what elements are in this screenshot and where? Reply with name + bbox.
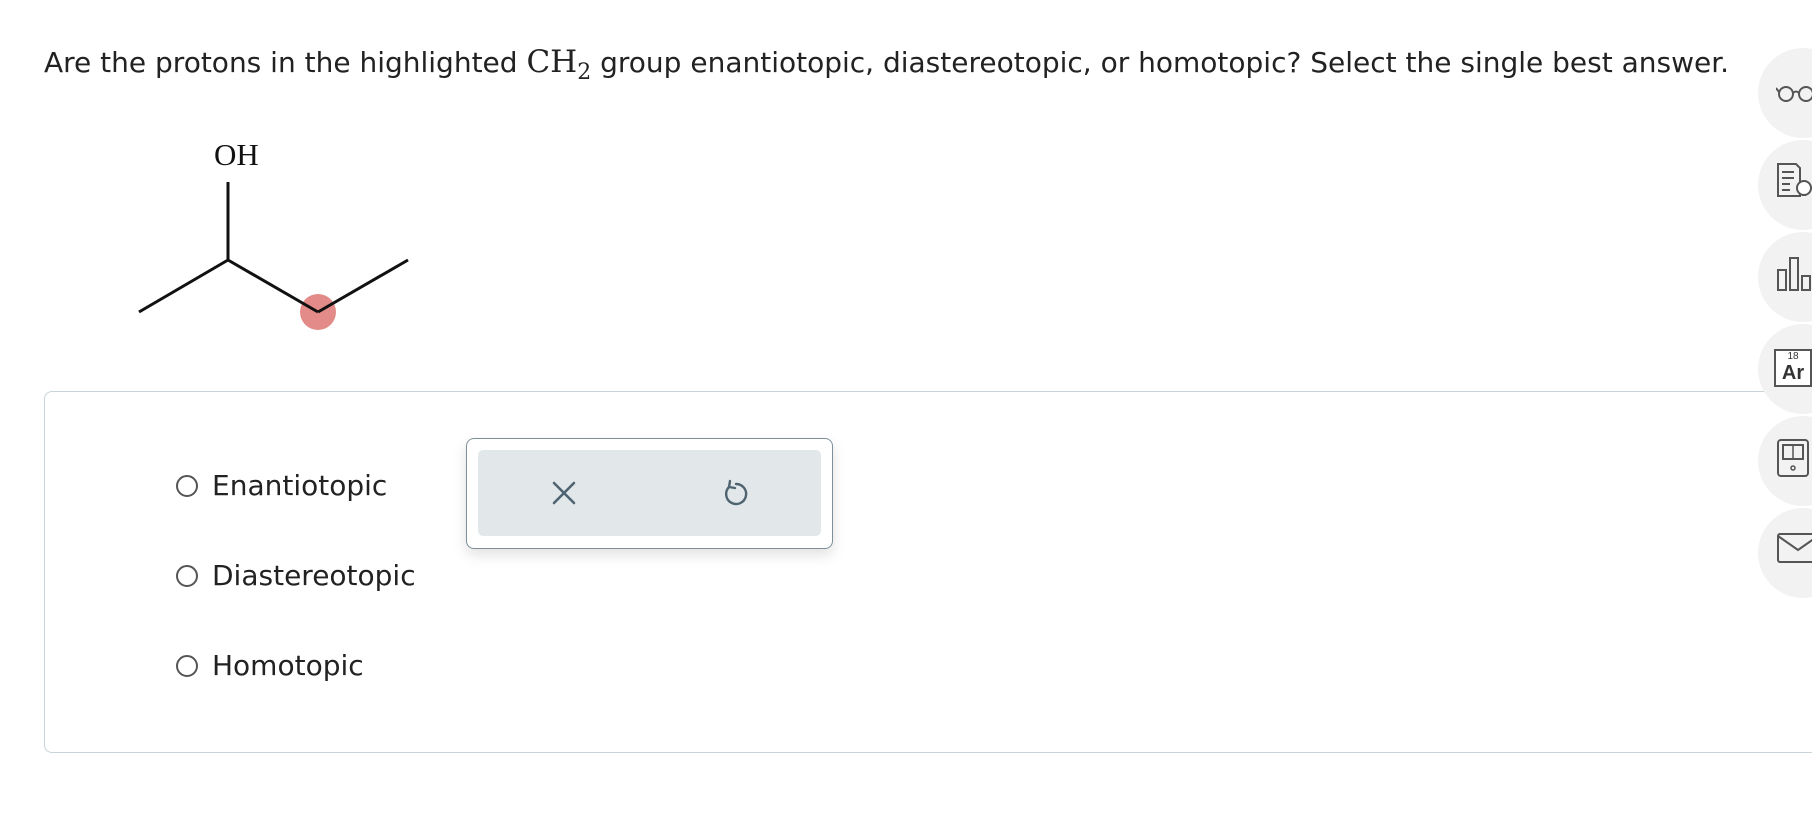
option-homotopic[interactable]: Homotopic: [176, 649, 364, 682]
question-suffix: group enantiotopic, diastereotopic, or h…: [591, 46, 1730, 79]
periodic-number: 18: [1787, 351, 1799, 362]
question-text: Are the protons in the highlighted CH2 g…: [44, 40, 1729, 88]
option-diastereotopic[interactable]: Diastereotopic: [176, 559, 416, 592]
glasses-icon: [1776, 86, 1812, 102]
option-label: Diastereotopic: [212, 559, 416, 592]
close-icon: [552, 481, 575, 505]
calculator-icon: [1777, 439, 1809, 477]
option-enantiotopic[interactable]: Enantiotopic: [176, 469, 387, 502]
clear-button[interactable]: [478, 450, 649, 536]
undo-icon: [724, 479, 747, 506]
undo-button[interactable]: [649, 450, 820, 536]
molecule-structure: OH: [138, 137, 409, 330]
hint-tool[interactable]: [1758, 140, 1812, 230]
ch2-main: CH: [526, 44, 578, 80]
document-hint-icon: [1777, 163, 1812, 197]
bond-c2: [227, 258, 319, 314]
bond-c3: [317, 258, 409, 314]
option-label: Homotopic: [212, 649, 364, 682]
ch2-subscript: 2: [577, 60, 592, 85]
bar-chart-icon: [1777, 257, 1811, 291]
oh-label: OH: [214, 137, 259, 172]
stats-tool[interactable]: [1758, 232, 1812, 322]
radio-diastereotopic[interactable]: [176, 564, 198, 587]
answer-actions-bar: [478, 450, 821, 536]
bond-c1: [138, 258, 229, 314]
mail-icon: [1777, 533, 1812, 563]
ch2-formula: CH2: [526, 44, 591, 85]
reader-tool[interactable]: [1758, 48, 1812, 138]
question-prefix: Are the protons in the highlighted: [44, 46, 527, 79]
periodic-table-icon: 18 Ar: [1774, 349, 1812, 387]
option-label: Enantiotopic: [212, 469, 388, 502]
answer-actions: [466, 438, 833, 549]
periodic-symbol: Ar: [1781, 362, 1805, 384]
radio-enantiotopic[interactable]: [176, 474, 198, 497]
radio-homotopic[interactable]: [176, 654, 198, 677]
